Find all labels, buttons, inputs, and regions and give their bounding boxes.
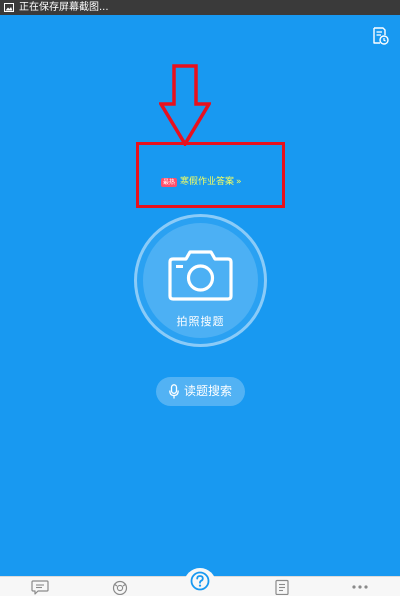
photo-search-button[interactable]: 拍照搜题 bbox=[134, 214, 267, 347]
tab-notes[interactable] bbox=[272, 579, 292, 595]
promo-link[interactable]: 最热 寒假作业答案 » bbox=[161, 175, 242, 189]
microphone-icon bbox=[169, 384, 179, 399]
voice-search-label: 读题搜索 bbox=[183, 384, 232, 398]
hot-badge: 最热 bbox=[161, 177, 178, 187]
explore-icon bbox=[112, 580, 128, 595]
tab-more[interactable] bbox=[350, 579, 370, 595]
question-icon bbox=[190, 571, 210, 591]
tab-explore[interactable] bbox=[110, 579, 130, 595]
voice-search-button[interactable]: 读题搜索 bbox=[156, 377, 245, 406]
tab-question[interactable] bbox=[184, 568, 216, 596]
history-icon bbox=[373, 27, 389, 45]
status-bar: 正在保存屏幕截图... bbox=[0, 0, 400, 15]
status-notification-text: 正在保存屏幕截图... bbox=[19, 2, 109, 13]
camera-icon bbox=[168, 250, 233, 301]
notes-icon bbox=[275, 579, 289, 595]
tab-chat[interactable] bbox=[30, 579, 50, 595]
promo-text: 寒假作业答案 bbox=[180, 177, 235, 187]
double-chevron-icon: » bbox=[236, 177, 242, 187]
more-icon bbox=[352, 585, 368, 589]
annotation-arrow bbox=[159, 64, 211, 146]
image-icon bbox=[4, 3, 14, 12]
chat-icon bbox=[31, 580, 49, 595]
photo-search-label: 拍照搜题 bbox=[176, 315, 225, 328]
history-button[interactable] bbox=[370, 26, 390, 46]
